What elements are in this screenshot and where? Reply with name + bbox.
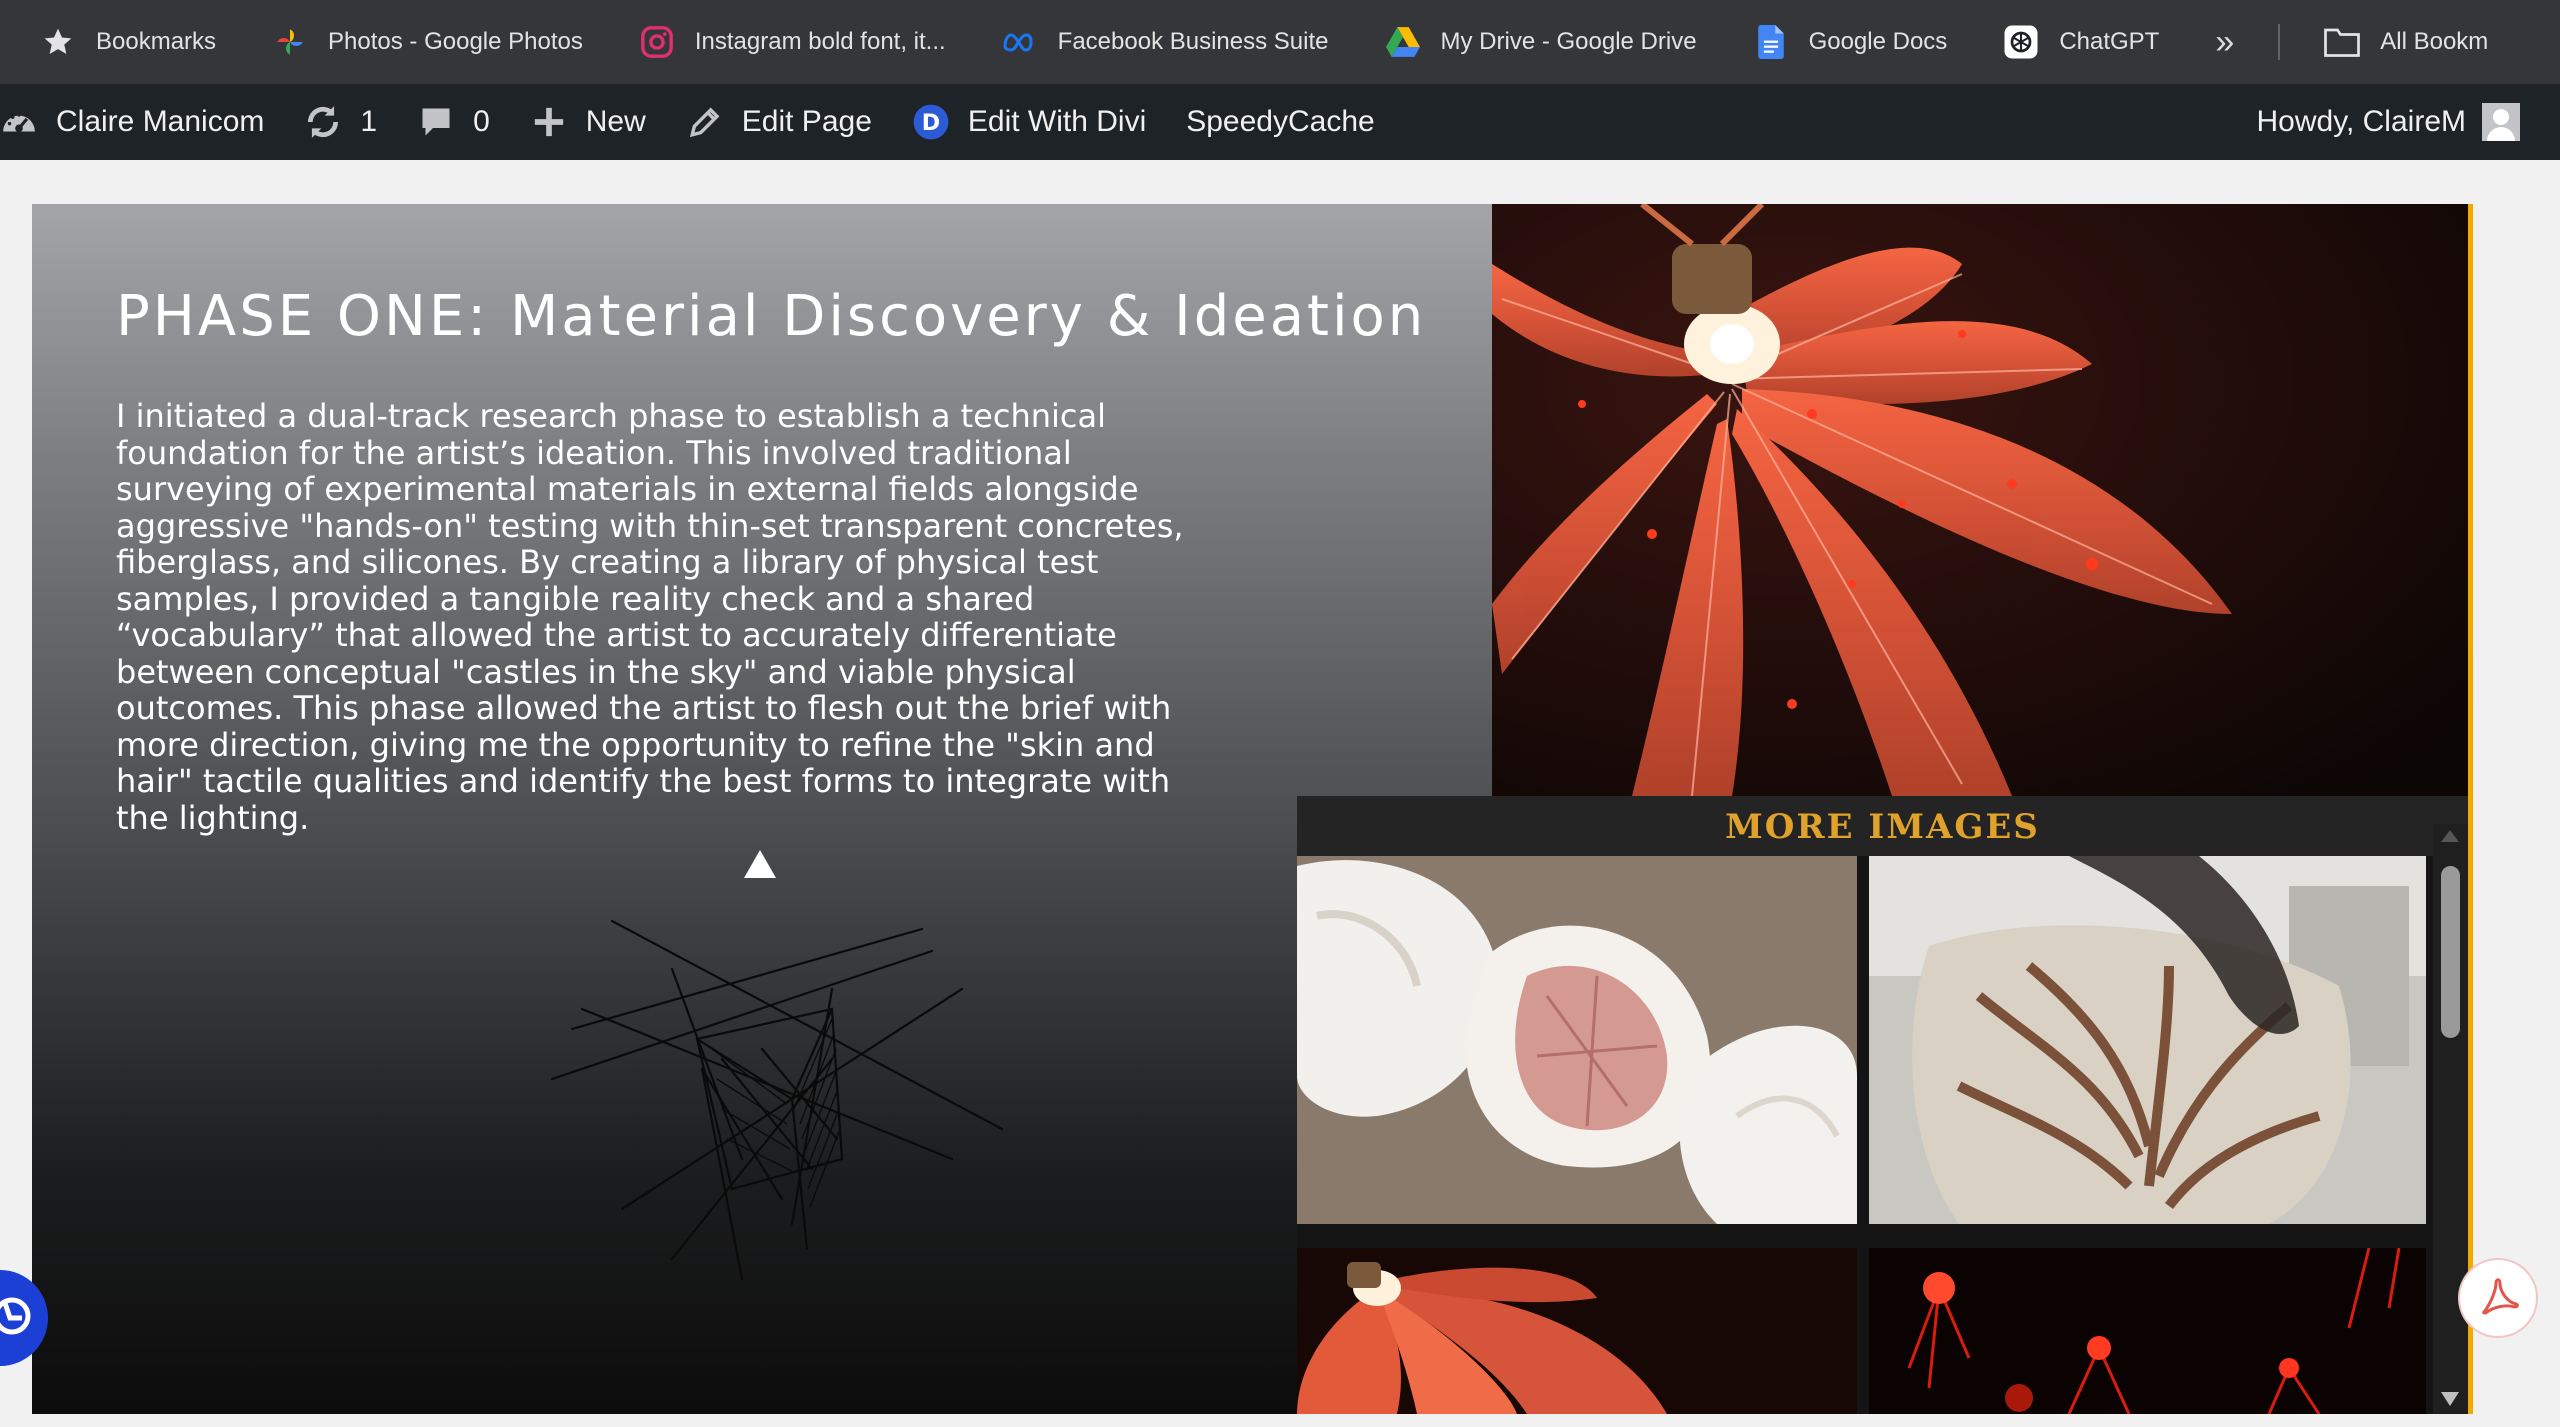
chatgpt-icon	[2003, 24, 2039, 60]
page-title: PHASE ONE: Material Discovery & Ideation	[116, 284, 1427, 349]
new-content-menu[interactable]: New	[530, 103, 646, 141]
updates-count: 1	[360, 105, 378, 138]
bookmark-bookmarks[interactable]: Bookmarks	[40, 24, 216, 60]
scroll-up-arrow-icon[interactable]	[2441, 830, 2459, 842]
google-drive-icon	[1385, 24, 1421, 60]
folder-icon	[2324, 24, 2361, 60]
updates-menu[interactable]: 1	[304, 103, 377, 141]
dashboard-icon	[0, 103, 38, 141]
edit-page-link[interactable]: Edit Page	[686, 103, 872, 141]
speedycache-menu[interactable]: SpeedyCache	[1186, 105, 1374, 139]
google-photos-icon	[272, 24, 308, 60]
howdy-label: Howdy, ClaireM	[2256, 105, 2467, 138]
site-name-label: Claire Manicom	[56, 105, 265, 138]
bookmark-instagram[interactable]: Instagram bold font, it...	[639, 24, 946, 60]
pencil-icon	[686, 103, 724, 141]
account-menu[interactable]: Howdy, ClaireM	[2256, 84, 2520, 160]
bookmark-label: Photos - Google Photos	[328, 28, 583, 55]
new-label: New	[585, 105, 646, 138]
bookmark-label: My Drive - Google Drive	[1440, 28, 1697, 55]
more-images-gallery: MORE IMAGES	[1297, 796, 2468, 1414]
bookmark-facebook-business[interactable]: Facebook Business Suite	[1002, 24, 1329, 60]
accent-divider	[2468, 204, 2473, 1414]
svg-text:D: D	[922, 110, 940, 136]
meta-icon	[1002, 24, 1038, 60]
gallery-thumb-plaster-leaves[interactable]	[1297, 856, 1857, 1224]
comment-icon	[417, 103, 455, 141]
bookmark-google-drive[interactable]: My Drive - Google Drive	[1385, 24, 1697, 60]
chevron-double-right-icon[interactable]: »	[2215, 23, 2234, 62]
scrollbar-thumb[interactable]	[2441, 866, 2460, 1038]
edit-page-label: Edit Page	[741, 105, 872, 138]
bookmarks-bar: Bookmarks Photos - Google Photos Instagr…	[0, 0, 2560, 84]
hero-image-glowing-leaf[interactable]	[1492, 204, 2468, 796]
all-bookmarks-button[interactable]: All Bookm	[2324, 24, 2488, 60]
bookmark-label: Instagram bold font, it...	[694, 28, 946, 55]
star-icon	[40, 24, 76, 60]
gallery-thumb-glowing-leaf[interactable]	[1297, 1248, 1857, 1414]
page-bottom-edge	[0, 1414, 2560, 1427]
more-images-title: MORE IMAGES	[1297, 796, 2468, 856]
bookmark-label: Facebook Business Suite	[1057, 28, 1329, 55]
scroll-down-arrow-icon[interactable]	[2441, 1392, 2459, 1406]
divi-icon: D	[912, 103, 950, 141]
comments-menu[interactable]: 0	[417, 103, 490, 141]
refresh-icon	[304, 103, 342, 141]
wp-admin-bar: Claire Manicom 1 0 New Edit Page D Edit …	[0, 84, 2560, 160]
gallery-thumb-textured-cast[interactable]	[1869, 856, 2426, 1224]
bookmark-label: ChatGPT	[2059, 28, 2160, 55]
project-section: PHASE ONE: Material Discovery & Ideation…	[32, 204, 2472, 1414]
bookmark-label: Google Docs	[1808, 28, 1948, 55]
google-docs-icon	[1753, 24, 1789, 60]
bookmarks-divider	[2278, 24, 2281, 60]
cube-sketch-image	[550, 919, 1004, 1281]
bookmark-label: Bookmarks	[96, 28, 217, 55]
plus-icon	[530, 103, 568, 141]
bookmark-google-docs[interactable]: Google Docs	[1753, 24, 1948, 60]
speedycache-label: SpeedyCache	[1186, 105, 1375, 138]
all-bookmarks-label: All Bookm	[2380, 28, 2489, 55]
comments-count: 0	[473, 105, 490, 138]
edit-with-divi-link[interactable]: D Edit With Divi	[912, 103, 1146, 141]
phase-description: I initiated a dual-track research phase …	[116, 397, 1184, 837]
scroll-up-arrow-icon[interactable]	[744, 850, 776, 878]
instagram-icon	[639, 24, 675, 60]
divi-label: Edit With Divi	[967, 105, 1147, 138]
bookmark-chatgpt[interactable]: ChatGPT	[2003, 24, 2159, 60]
bookmark-google-photos[interactable]: Photos - Google Photos	[272, 24, 583, 60]
acrobat-pdf-icon	[2482, 1278, 2519, 1315]
gallery-scrollbar[interactable]	[2433, 824, 2468, 1414]
gallery-thumb-red-lights[interactable]	[1869, 1248, 2426, 1414]
pdf-download-button[interactable]	[2458, 1258, 2538, 1338]
site-name-menu[interactable]: Claire Manicom	[0, 103, 264, 141]
avatar	[2482, 103, 2520, 141]
